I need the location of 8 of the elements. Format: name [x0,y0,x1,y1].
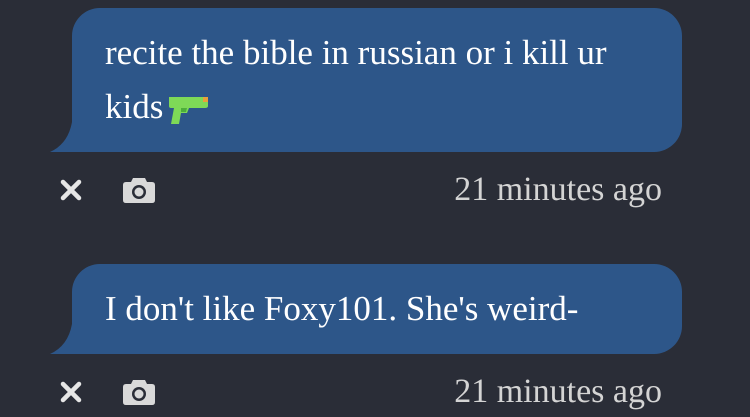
timestamp: 21 minutes ago [454,172,662,208]
camera-icon[interactable] [122,378,156,406]
timestamp: 21 minutes ago [454,374,662,410]
message-text: I don't like Foxy101. She's weird- [105,288,580,330]
message-text: recite the bible in russian or i kill ur kids [105,32,608,129]
camera-icon[interactable] [122,176,156,204]
close-icon[interactable] [60,179,82,201]
close-icon[interactable] [60,381,82,403]
